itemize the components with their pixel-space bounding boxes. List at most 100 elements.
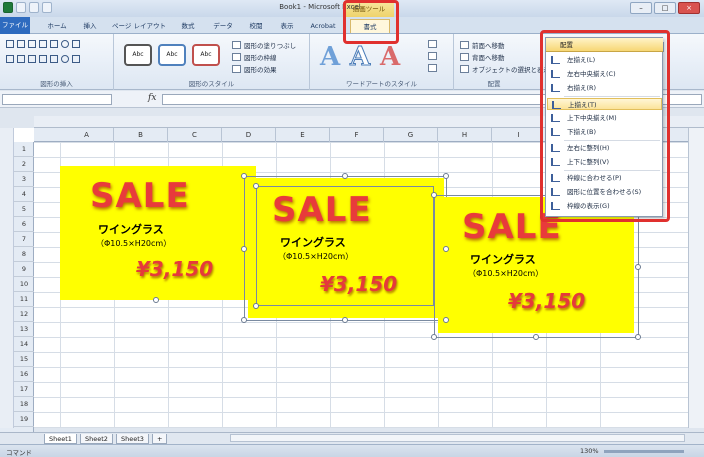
row-header-4[interactable]: 4: [14, 187, 34, 202]
tab-review[interactable]: 校閲: [244, 19, 268, 33]
triangle-shape-icon[interactable]: [6, 55, 14, 63]
resize-handle[interactable]: [342, 173, 348, 179]
tab-file[interactable]: ファイル: [0, 17, 30, 34]
resize-handle[interactable]: [431, 192, 437, 198]
tab-home[interactable]: ホーム: [42, 19, 72, 33]
brace-shape-icon[interactable]: [50, 55, 58, 63]
rounded-rect-shape-icon[interactable]: [72, 40, 80, 48]
resize-handle[interactable]: [241, 246, 247, 252]
close-button[interactable]: ×: [678, 2, 700, 14]
minimize-button[interactable]: –: [630, 2, 652, 14]
row-header-18[interactable]: 18: [14, 397, 34, 412]
shape-outline-button[interactable]: 図形の枠線: [232, 52, 277, 62]
shape-effects-button[interactable]: 図形の効果: [232, 64, 277, 74]
text-outline-button[interactable]: [428, 52, 437, 60]
sheet-tab-1[interactable]: Sheet1: [44, 434, 77, 444]
resize-handle[interactable]: [153, 297, 159, 303]
send-backward-button[interactable]: 背面へ移動: [460, 52, 505, 62]
tab-page-layout[interactable]: ページ レイアウト: [108, 19, 170, 33]
row-header-2[interactable]: 2: [14, 157, 34, 172]
row-header-11[interactable]: 11: [14, 292, 34, 307]
zoom-level[interactable]: 130%: [580, 447, 599, 455]
wordart-style-1[interactable]: A: [320, 44, 340, 70]
row-header-12[interactable]: 12: [14, 307, 34, 322]
resize-handle[interactable]: [635, 334, 641, 340]
redo-icon[interactable]: [42, 2, 52, 13]
resize-handle[interactable]: [443, 173, 449, 179]
row-header-19[interactable]: 19: [14, 412, 34, 427]
column-header-H[interactable]: H: [438, 128, 492, 142]
resize-handle[interactable]: [635, 264, 641, 270]
resize-handle[interactable]: [443, 317, 449, 323]
connector-shape-icon[interactable]: [17, 55, 25, 63]
row-header-13[interactable]: 13: [14, 322, 34, 337]
row-header-6[interactable]: 6: [14, 217, 34, 232]
tab-insert[interactable]: 挿入: [78, 19, 102, 33]
row-header-17[interactable]: 17: [14, 382, 34, 397]
resize-handle[interactable]: [241, 173, 247, 179]
block-arrow-shape-icon[interactable]: [28, 55, 36, 63]
arrow-shape-icon[interactable]: [39, 40, 47, 48]
text-effects-button[interactable]: [428, 64, 437, 72]
resize-handle[interactable]: [241, 317, 247, 323]
row-header-16[interactable]: 16: [14, 367, 34, 382]
resize-handle[interactable]: [443, 246, 449, 252]
oval-shape-icon[interactable]: [61, 40, 69, 48]
line-shape-icon[interactable]: [28, 40, 36, 48]
tab-formulas[interactable]: 数式: [176, 19, 200, 33]
resize-handle[interactable]: [342, 317, 348, 323]
sale-card-1[interactable]: SALE ワイングラス （Φ10.5×H20cm） ¥3,150: [60, 166, 256, 300]
selection-pane-button[interactable]: オブジェクトの選択と表示: [460, 64, 550, 74]
horizontal-scrollbar[interactable]: [230, 434, 685, 442]
wordart-style-2[interactable]: A: [349, 44, 370, 71]
row-header-15[interactable]: 15: [14, 352, 34, 367]
row-header-1[interactable]: 1: [14, 142, 34, 157]
name-box[interactable]: [2, 94, 112, 105]
rectangle2-shape-icon[interactable]: [50, 40, 58, 48]
column-header-D[interactable]: D: [222, 128, 276, 142]
row-header-9[interactable]: 9: [14, 262, 34, 277]
row-header-14[interactable]: 14: [14, 337, 34, 352]
column-header-F[interactable]: F: [330, 128, 384, 142]
resize-handle[interactable]: [533, 334, 539, 340]
style-swatch-1[interactable]: Abc: [124, 44, 152, 66]
insert-sheet-icon[interactable]: +: [152, 434, 168, 444]
shape-fill-button[interactable]: 図形の塗りつぶし: [232, 40, 296, 50]
tab-data[interactable]: データ: [208, 19, 238, 33]
column-header-C[interactable]: C: [168, 128, 222, 142]
textbox-shape-icon[interactable]: [17, 40, 25, 48]
sheet-tab-2[interactable]: Sheet2: [80, 434, 113, 444]
sheet-tab-3[interactable]: Sheet3: [116, 434, 149, 444]
text-fill-button[interactable]: [428, 40, 437, 48]
style-swatch-3[interactable]: Abc: [192, 44, 220, 66]
wordart-style-3[interactable]: A: [380, 44, 400, 70]
column-header-I[interactable]: I: [492, 128, 546, 142]
zoom-slider[interactable]: [604, 450, 684, 453]
vertical-scrollbar[interactable]: [688, 128, 704, 428]
maximize-button[interactable]: □: [654, 2, 676, 14]
star-shape-icon[interactable]: [39, 55, 47, 63]
row-header-10[interactable]: 10: [14, 277, 34, 292]
row-header-8[interactable]: 8: [14, 247, 34, 262]
arc-shape-icon[interactable]: [61, 55, 69, 63]
more-shapes-icon[interactable]: [72, 55, 80, 63]
column-header-E[interactable]: E: [276, 128, 330, 142]
tab-acrobat[interactable]: Acrobat: [306, 19, 340, 33]
tab-view[interactable]: 表示: [275, 19, 299, 33]
style-swatch-2[interactable]: Abc: [158, 44, 186, 66]
bring-forward-button[interactable]: 前面へ移動: [460, 40, 505, 50]
resize-handle[interactable]: [431, 334, 437, 340]
insert-function-icon[interactable]: fx: [148, 93, 156, 103]
save-icon[interactable]: [16, 2, 26, 13]
resize-handle[interactable]: [253, 303, 259, 309]
column-header-G[interactable]: G: [384, 128, 438, 142]
column-header-A[interactable]: A: [60, 128, 114, 142]
row-header-3[interactable]: 3: [14, 172, 34, 187]
shape-gallery[interactable]: [6, 40, 80, 68]
row-header-5[interactable]: 5: [14, 202, 34, 217]
rectangle-shape-icon[interactable]: [6, 40, 14, 48]
column-header-B[interactable]: B: [114, 128, 168, 142]
resize-handle[interactable]: [253, 183, 259, 189]
excel-app-icon[interactable]: [3, 2, 13, 13]
row-header-7[interactable]: 7: [14, 232, 34, 247]
